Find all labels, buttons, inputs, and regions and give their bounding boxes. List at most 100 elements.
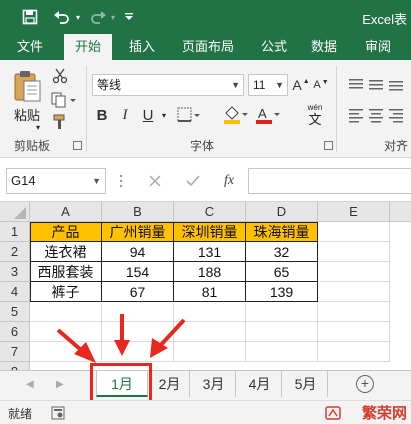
empty-cell[interactable] [318,242,390,262]
shrink-font-button[interactable]: A ▼ [312,74,330,96]
select-all-corner[interactable] [0,202,30,222]
redo-icon[interactable] [88,7,108,27]
font-size-combo[interactable]: 11 ▼ [248,74,288,96]
row-header[interactable]: 2 [0,242,30,262]
empty-cell[interactable] [174,302,246,322]
tab-home[interactable]: 开始 [64,34,112,60]
customize-qat-icon[interactable] [122,7,136,27]
sheet-tab-4[interactable]: 4月 [238,371,282,397]
empty-cell[interactable] [318,302,390,322]
paste-button[interactable]: 粘贴 [8,66,46,126]
table-cell[interactable]: 139 [246,282,318,302]
table-cell[interactable]: 94 [102,242,174,262]
table-cell[interactable]: 32 [246,242,318,262]
row-header[interactable]: 7 [0,342,30,362]
font-name-combo[interactable]: 等线 ▼ [92,74,244,96]
underline-dropdown-icon[interactable]: ▾ [158,104,170,126]
table-cell[interactable]: 131 [174,242,246,262]
table-cell[interactable]: 65 [246,262,318,282]
table-header-cell[interactable]: 广州销量 [102,222,174,242]
add-sheet-icon[interactable]: + [356,375,374,393]
table-header-cell[interactable]: 深圳销量 [174,222,246,242]
paste-dropdown-icon[interactable]: ▾ [33,122,43,132]
column-header-e[interactable]: E [318,202,390,222]
macro-record-icon[interactable] [50,405,66,421]
name-box[interactable]: G14 ▼ [6,168,106,194]
undo-dropdown-icon[interactable]: ▾ [73,7,83,27]
tab-formulas[interactable]: 公式 [252,34,296,60]
italic-button[interactable]: I [115,104,135,126]
copy-icon[interactable] [50,90,78,110]
phonetic-guide-button[interactable]: wén 文 [298,100,332,130]
empty-cell[interactable] [174,342,246,362]
empty-cell[interactable] [102,322,174,342]
horizontal-align-buttons[interactable] [346,104,406,126]
cut-icon[interactable] [50,66,70,86]
sheet-tab-1[interactable]: 1月 [96,371,148,397]
tab-data[interactable]: 数据 [302,34,346,60]
table-cell[interactable]: 81 [174,282,246,302]
format-painter-icon[interactable] [50,112,70,132]
underline-button[interactable]: U [138,104,158,126]
empty-cell[interactable] [246,322,318,342]
empty-cell[interactable] [102,342,174,362]
table-header-cell[interactable]: 珠海销量 [246,222,318,242]
redo-dropdown-icon[interactable]: ▾ [108,7,118,27]
empty-cell[interactable] [318,222,390,242]
borders-icon [177,107,200,122]
borders-button[interactable] [176,104,202,126]
bold-button[interactable]: B [92,104,112,126]
column-header-d[interactable]: D [246,202,318,222]
empty-cell[interactable] [246,302,318,322]
column-header-b[interactable]: B [102,202,174,222]
tab-review[interactable]: 审阅 [354,34,402,60]
formula-bar-grip-icon[interactable] [116,173,126,189]
column-header-a[interactable]: A [30,202,102,222]
table-cell[interactable]: 154 [102,262,174,282]
vertical-align-buttons[interactable] [346,74,406,96]
sheet-tab-3[interactable]: 3月 [192,371,236,397]
prev-sheet-icon[interactable]: ◀ [26,379,34,390]
undo-icon[interactable] [52,7,72,27]
tab-page-layout[interactable]: 页面布局 [172,34,244,60]
row-header[interactable]: 4 [0,282,30,302]
column-header-f[interactable] [390,202,411,222]
table-cell[interactable]: 西服套装 [30,262,102,282]
fill-color-button[interactable] [222,104,250,126]
empty-cell[interactable] [318,342,390,362]
table-header-cell[interactable]: 产品 [30,222,102,242]
empty-cell[interactable] [102,302,174,322]
cancel-entry-icon[interactable] [144,171,166,191]
grow-font-button[interactable]: A ▲ [292,74,310,96]
column-header-c[interactable]: C [174,202,246,222]
table-cell[interactable]: 188 [174,262,246,282]
font-launcher-icon[interactable] [324,141,333,150]
next-sheet-icon[interactable]: ▶ [56,379,64,390]
sheet-tab-2[interactable]: 2月 [150,371,190,397]
empty-cell[interactable] [174,322,246,342]
table-cell[interactable]: 裤子 [30,282,102,302]
sheet-tab-5[interactable]: 5月 [284,371,328,397]
font-color-button[interactable]: A [254,104,282,126]
empty-cell[interactable] [318,262,390,282]
row-header[interactable]: 8 [0,362,30,370]
insert-function-button[interactable]: fx [218,170,240,192]
empty-cell[interactable] [30,302,102,322]
table-cell[interactable]: 67 [102,282,174,302]
empty-cell[interactable] [30,322,102,342]
row-header[interactable]: 1 [0,222,30,242]
empty-cell[interactable] [30,342,102,362]
table-cell[interactable]: 连衣裙 [30,242,102,262]
clipboard-launcher-icon[interactable] [73,141,82,150]
confirm-entry-icon[interactable] [182,171,204,191]
save-icon[interactable] [20,7,40,27]
empty-cell[interactable] [318,322,390,342]
row-header[interactable]: 3 [0,262,30,282]
row-header[interactable]: 6 [0,322,30,342]
formula-input[interactable] [248,168,411,194]
row-header[interactable]: 5 [0,302,30,322]
tab-file[interactable]: 文件 [6,34,54,60]
tab-insert[interactable]: 插入 [120,34,164,60]
empty-cell[interactable] [246,342,318,362]
empty-cell[interactable] [318,282,390,302]
